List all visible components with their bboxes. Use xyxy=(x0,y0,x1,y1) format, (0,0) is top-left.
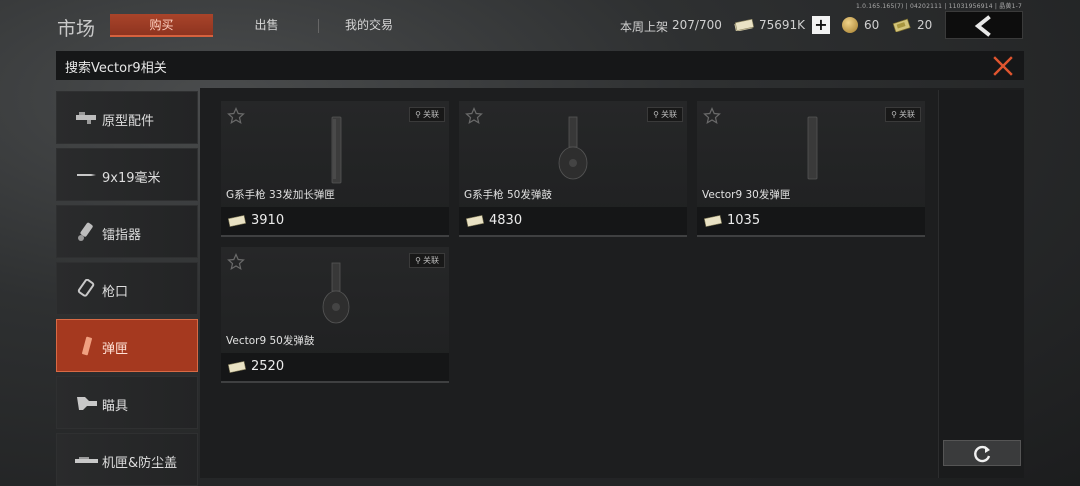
related-label: 关联 xyxy=(423,110,439,119)
item-name: Vector9 50发弹鼓 xyxy=(226,335,315,347)
chevron-left-icon xyxy=(974,15,991,37)
prototype-part-icon xyxy=(76,112,96,124)
sidebar-item-muzzle[interactable]: 枪口 xyxy=(56,262,198,315)
sidebar-item-scope[interactable]: 瞄具 xyxy=(56,376,198,429)
item-name: G系手枪 33发加长弹匣 xyxy=(226,189,335,201)
star-icon[interactable] xyxy=(227,253,245,271)
page-title: 市场 xyxy=(57,18,96,40)
cash-icon xyxy=(734,19,754,31)
sidebar-item-label: 瞄具 xyxy=(102,399,129,414)
item-name: G系手枪 50发弹鼓 xyxy=(464,189,552,201)
item-price: 3910 xyxy=(251,213,285,228)
back-button[interactable] xyxy=(945,11,1023,39)
refresh-icon xyxy=(974,445,991,463)
sidebar-item-label: 原型配件 xyxy=(102,114,155,129)
item-price: 4830 xyxy=(489,213,523,228)
item-card[interactable]: ⚲ 关联 G系手枪 50发弹鼓 4830 xyxy=(459,101,687,237)
search-icon: ⚲ xyxy=(891,110,897,119)
sidebar-item-label: 机匣&防尘盖 xyxy=(102,456,178,471)
sidebar-item-label: 9x19毫米 xyxy=(102,171,161,186)
search-icon: ⚲ xyxy=(415,110,421,119)
related-label: 关联 xyxy=(661,110,677,119)
tab-divider xyxy=(318,19,319,33)
sidebar-item-laser[interactable]: 镭指器 xyxy=(56,205,198,258)
laser-icon xyxy=(78,222,93,241)
search-icon: ⚲ xyxy=(653,110,659,119)
scope-icon xyxy=(77,397,97,410)
cash-icon xyxy=(227,361,247,373)
related-label: 关联 xyxy=(899,110,915,119)
related-button[interactable]: ⚲ 关联 xyxy=(647,107,683,122)
ticket-icon xyxy=(892,18,911,32)
cash-icon xyxy=(227,215,247,227)
sidebar-item-9x19mm[interactable]: 9x19毫米 xyxy=(56,148,198,201)
search-header: 搜索Vector9相关 xyxy=(56,51,1024,80)
cash-value: 75691K xyxy=(759,18,806,32)
drum-magazine-image xyxy=(322,262,350,324)
muzzle-icon xyxy=(77,279,95,297)
item-price: 2520 xyxy=(251,359,285,374)
tab-sell[interactable]: 出售 xyxy=(215,14,318,37)
category-sidebar: 原型配件 9x19毫米 镭指器 枪口 弹匣 瞄具 机匣&防尘盖 xyxy=(56,88,198,486)
star-icon[interactable] xyxy=(465,107,483,125)
price-bar: 2520 xyxy=(221,353,449,381)
long-magazine-image xyxy=(331,116,342,184)
price-bar: 4830 xyxy=(459,207,687,235)
item-card[interactable]: ⚲ 关联 Vector9 50发弹鼓 2520 xyxy=(221,247,449,383)
item-card[interactable]: ⚲ 关联 Vector9 30发弹匣 1035 xyxy=(697,101,925,237)
related-label: 关联 xyxy=(423,256,439,265)
sidebar-item-label: 枪口 xyxy=(102,285,129,300)
magazine-icon xyxy=(81,336,93,356)
related-button[interactable]: ⚲ 关联 xyxy=(409,253,445,268)
sidebar-item-receiver[interactable]: 机匣&防尘盖 xyxy=(56,433,198,486)
star-icon[interactable] xyxy=(703,107,721,125)
item-price: 1035 xyxy=(727,213,761,228)
sidebar-item-label: 弹匣 xyxy=(102,342,129,357)
item-card[interactable]: ⚲ 关联 G系手枪 33发加长弹匣 3910 xyxy=(221,101,449,237)
drum-magazine-image xyxy=(558,116,588,180)
price-bar: 3910 xyxy=(221,207,449,235)
coin-icon xyxy=(842,17,858,33)
sidebar-item-magazine[interactable]: 弹匣 xyxy=(56,319,198,372)
sidebar-item-prototype-parts[interactable]: 原型配件 xyxy=(56,91,198,144)
tab-my-trades[interactable]: 我的交易 xyxy=(320,14,418,37)
top-bar: 市场 购买 出售 我的交易 本周上架 207/700 75691K + 60 2… xyxy=(0,0,1080,50)
ammo-icon xyxy=(77,174,96,176)
related-button[interactable]: ⚲ 关联 xyxy=(409,107,445,122)
sidebar-item-label: 镭指器 xyxy=(102,228,142,243)
cash-icon xyxy=(703,215,723,227)
related-button[interactable]: ⚲ 关联 xyxy=(885,107,921,122)
close-icon[interactable] xyxy=(992,55,1014,77)
tab-buy[interactable]: 购买 xyxy=(110,14,213,37)
search-title: 搜索Vector9相关 xyxy=(65,61,167,76)
search-icon: ⚲ xyxy=(415,256,421,265)
weekly-listing-value: 207/700 xyxy=(672,18,722,32)
add-currency-button[interactable]: + xyxy=(812,16,830,34)
cash-icon xyxy=(465,215,485,227)
weekly-listing-label: 本周上架 xyxy=(620,20,669,34)
receiver-icon xyxy=(75,457,98,463)
ticket-value: 20 xyxy=(917,18,933,32)
star-icon[interactable] xyxy=(227,107,245,125)
right-panel xyxy=(938,90,1024,478)
item-name: Vector9 30发弹匣 xyxy=(702,189,791,201)
refresh-button[interactable] xyxy=(943,440,1021,466)
price-bar: 1035 xyxy=(697,207,925,235)
long-magazine-image xyxy=(807,116,818,180)
coin-value: 60 xyxy=(864,18,880,32)
